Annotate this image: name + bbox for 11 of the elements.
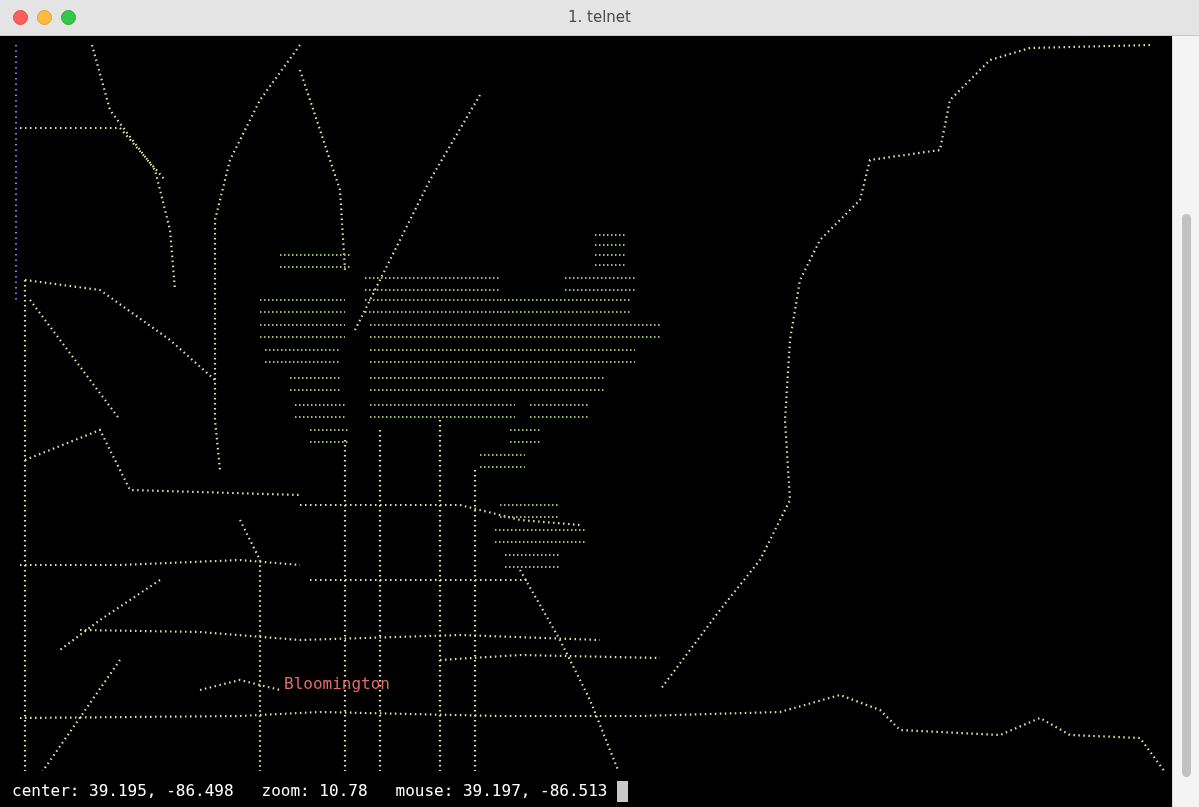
close-button[interactable] <box>13 10 28 25</box>
zoom-readout: zoom: 10.78 <box>261 780 368 802</box>
cursor-icon <box>617 780 629 802</box>
place-label: Bloomington <box>284 676 390 692</box>
window-title: 1. telnet <box>568 7 631 29</box>
minimize-button[interactable] <box>37 10 52 25</box>
zoom-button[interactable] <box>61 10 76 25</box>
scrollbar-thumb[interactable] <box>1181 214 1191 777</box>
mouse-readout: mouse: 39.197, -86.513 <box>395 780 608 802</box>
center-readout: center: 39.195, -86.498 <box>12 780 234 802</box>
scrollbar[interactable] <box>1172 36 1199 807</box>
